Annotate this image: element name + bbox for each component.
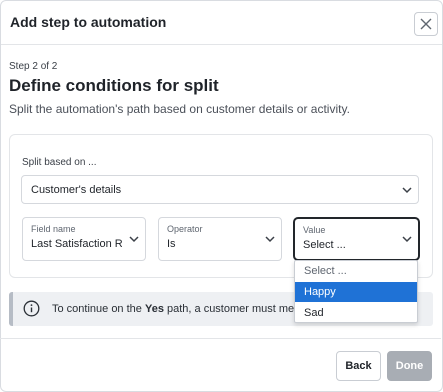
back-button[interactable]: Back	[336, 351, 381, 381]
section-title: Define conditions for split	[9, 76, 219, 95]
operator-label: Operator	[167, 224, 203, 234]
chevron-down-icon	[265, 236, 275, 243]
section-description: Split the automation's path based on cus…	[9, 102, 350, 116]
field-name-select[interactable]: Field name Last Satisfaction Ra	[22, 217, 146, 261]
dialog-header: Add step to automation	[1, 1, 442, 45]
operator-value: Is	[167, 238, 176, 250]
close-icon	[420, 18, 432, 30]
info-text-after: path, a customer must me	[163, 303, 295, 315]
info-text-before: To continue on the	[52, 303, 145, 315]
field-name-label: Field name	[31, 224, 76, 234]
dropdown-option-sad[interactable]: Sad	[295, 303, 417, 323]
info-text: To continue on the Yes path, a customer …	[52, 303, 294, 315]
value-selected: Select ...	[303, 239, 346, 251]
split-based-on-value: Customer's details	[31, 184, 122, 196]
step-indicator: Step 2 of 2	[9, 61, 58, 72]
split-based-on-select[interactable]: Customer's details	[21, 175, 419, 204]
close-button[interactable]	[414, 12, 438, 36]
split-based-on-label: Split based on ...	[22, 157, 97, 168]
field-name-value: Last Satisfaction Ra	[31, 238, 122, 250]
operator-select[interactable]: Operator Is	[158, 217, 282, 261]
info-text-bold: Yes	[144, 303, 164, 315]
value-select[interactable]: Value Select ...	[293, 217, 420, 261]
dropdown-option-happy[interactable]: Happy	[295, 282, 417, 302]
value-dropdown-list: Select ... Happy Sad	[294, 260, 418, 323]
chevron-down-icon	[402, 236, 412, 243]
dropdown-option-select[interactable]: Select ...	[295, 261, 417, 281]
info-icon	[23, 300, 40, 317]
dialog-title: Add step to automation	[10, 14, 167, 30]
value-label: Value	[303, 225, 326, 235]
chevron-down-icon	[129, 236, 139, 243]
footer-divider	[0, 338, 441, 339]
done-button[interactable]: Done	[387, 351, 432, 381]
chevron-down-icon	[402, 187, 412, 194]
